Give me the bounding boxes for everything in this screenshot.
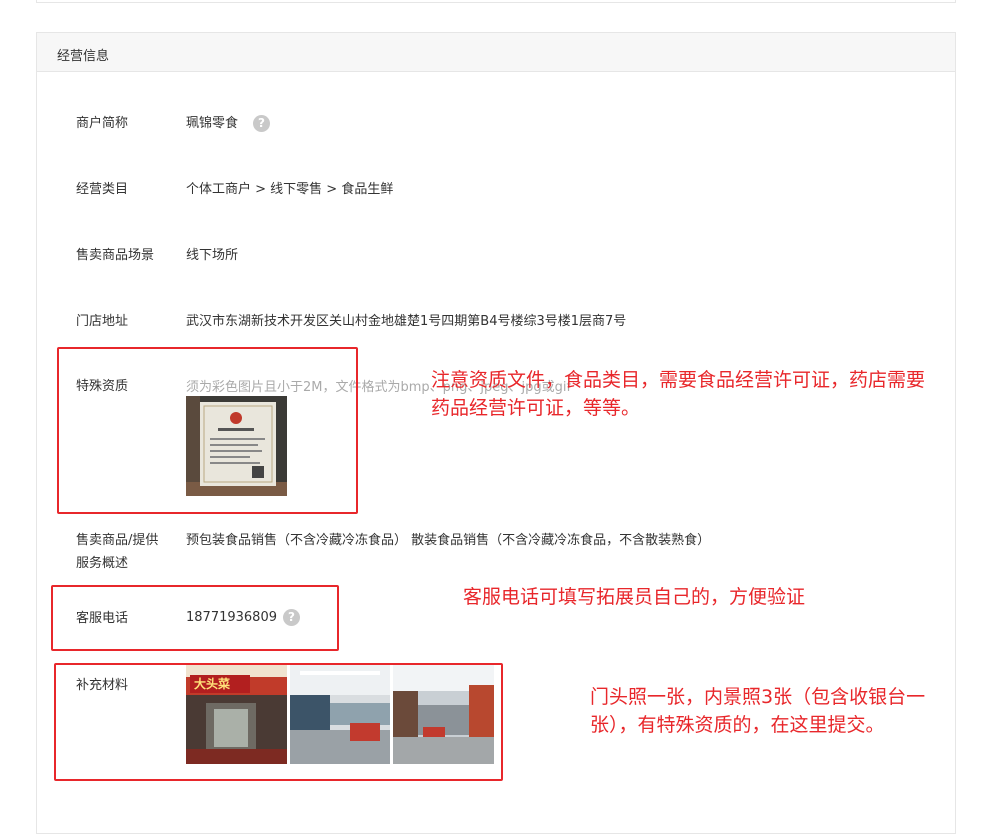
phone-note: 客服电话可填写拓展员自己的，方便验证 — [463, 586, 806, 608]
category-label: 经营类目 — [76, 182, 129, 197]
address-value: 武汉市东湖新技术开发区关山村金地雄楚1号四期第B4号楼综3号楼1层商7号 — [186, 314, 627, 329]
qualification-highlight-box — [57, 347, 358, 514]
scene-label: 售卖商品场景 — [76, 248, 155, 263]
category-value: 个体工商户 > 线下零售 > 食品生鲜 — [186, 182, 394, 197]
merchant-name-value: 珮锦零食 — [186, 116, 239, 131]
service-desc-value: 预包装食品销售（不含冷藏冷冻食品） 散装食品销售（不含冷藏冷冻食品，不含散装熟食… — [186, 533, 711, 548]
scene-value: 线下场所 — [186, 248, 239, 263]
address-label: 门店地址 — [76, 314, 129, 329]
section-title: 经营信息 — [57, 49, 110, 64]
phone-highlight-box — [51, 585, 339, 651]
materials-note-line1: 门头照一张，内景照3张（包含收银台一 — [590, 686, 926, 708]
merchant-name-label: 商户简称 — [76, 116, 129, 131]
materials-note-line2: 张），有特殊资质的，在这里提交。 — [590, 714, 885, 736]
panel-header: 经营信息 — [37, 33, 955, 72]
qualification-note-line2: 药品经营许可证，等等。 — [431, 397, 641, 419]
materials-highlight-box — [54, 663, 503, 781]
qualification-note-line1: 注意资质文件，食品类目，需要食品经营许可证，药店需要 — [431, 369, 926, 391]
previous-section-card — [36, 0, 956, 3]
help-icon[interactable]: ? — [253, 115, 270, 132]
service-desc-label-line1: 售卖商品/提供 — [76, 533, 159, 548]
service-desc-label-line2: 服务概述 — [76, 556, 129, 571]
